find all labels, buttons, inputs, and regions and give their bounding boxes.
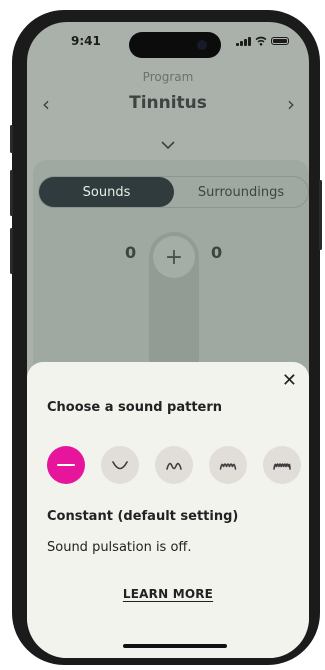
tab-surroundings[interactable]: Surroundings (174, 177, 308, 207)
quad-wave-pattern-button[interactable] (263, 446, 301, 484)
chevron-down-icon[interactable] (27, 134, 309, 153)
segmented-control: Sounds Surroundings (38, 176, 309, 208)
camera-icon (197, 40, 207, 50)
learn-more-link[interactable]: LEARN MORE (27, 587, 309, 601)
pattern-options (47, 446, 301, 484)
battery-icon (271, 37, 289, 45)
status-bar: 9:41 (27, 22, 309, 66)
mute-switch (10, 125, 13, 153)
status-icons (236, 36, 289, 46)
triple-wave-pattern-icon (219, 463, 237, 470)
left-volume-value: 0 (125, 243, 137, 262)
close-icon[interactable]: ✕ (282, 370, 297, 391)
next-program-chevron-icon[interactable]: › (287, 92, 295, 116)
triple-wave-pattern-button[interactable] (209, 446, 247, 484)
sheet-title: Choose a sound pattern (47, 400, 223, 415)
program-title: Tinnitus (129, 93, 207, 113)
program-label: Program (142, 70, 194, 84)
status-time: 9:41 (71, 34, 101, 48)
single-wave-pattern-icon (112, 461, 128, 470)
double-wave-pattern-button[interactable] (155, 446, 193, 484)
volume-up-button (10, 170, 13, 216)
selected-pattern-description: Sound pulsation is off. (47, 540, 192, 555)
home-indicator[interactable] (123, 644, 227, 648)
dynamic-island (129, 32, 221, 58)
constant-pattern-icon (57, 464, 75, 466)
app-screen: 9:41 Program ‹ Tinnitus › Sounds Surroun… (27, 22, 309, 658)
signal-icon (236, 36, 251, 46)
tab-sounds[interactable]: Sounds (39, 177, 174, 207)
double-wave-pattern-icon (166, 462, 182, 470)
volume-plus-button[interactable]: + (153, 236, 195, 278)
quad-wave-pattern-icon (273, 463, 291, 470)
wifi-icon (255, 36, 267, 46)
right-volume-value: 0 (211, 243, 223, 262)
constant-pattern-button[interactable] (47, 446, 85, 484)
volume-down-button (10, 228, 13, 274)
sound-pattern-sheet: ✕ Choose a sound pattern Constant (defau… (27, 362, 309, 658)
selected-pattern-name: Constant (default setting) (47, 509, 239, 524)
single-wave-pattern-button[interactable] (101, 446, 139, 484)
power-button (319, 180, 322, 250)
